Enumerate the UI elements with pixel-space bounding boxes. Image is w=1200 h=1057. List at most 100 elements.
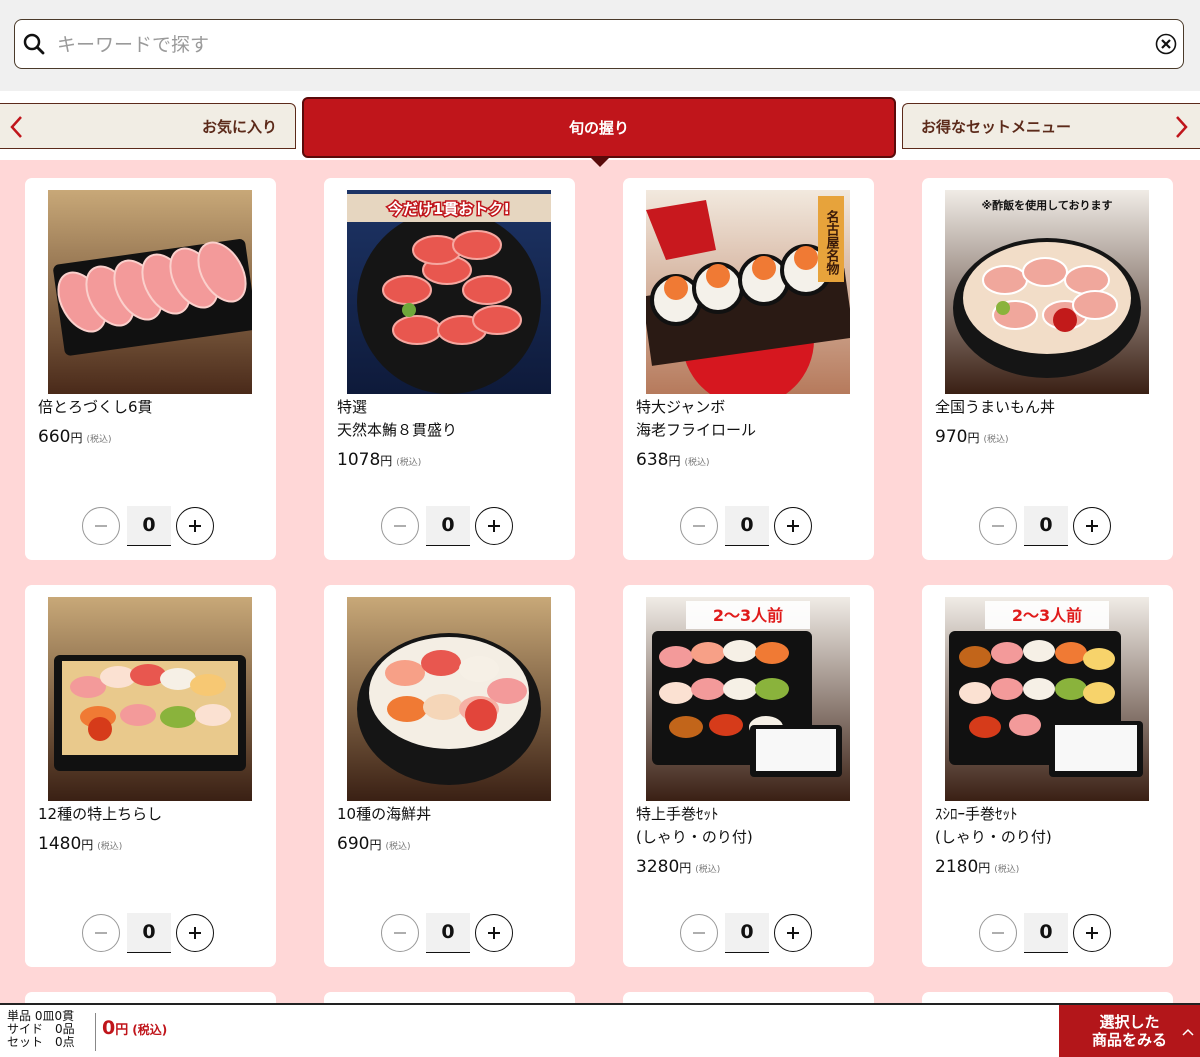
- quantity-value[interactable]: 0: [127, 913, 171, 953]
- minus-icon: [394, 932, 406, 934]
- plus-icon: [488, 927, 500, 939]
- price-tax-label: (税込): [695, 865, 721, 875]
- product-image[interactable]: 2〜3人前: [945, 597, 1149, 801]
- plus-icon: [488, 520, 500, 532]
- increase-quantity-button[interactable]: [176, 914, 214, 952]
- price-tax-label: (税込): [97, 842, 123, 852]
- view-selected-button[interactable]: 選択した 商品をみる: [1059, 1005, 1200, 1057]
- product-card[interactable]: 倍とろづくし6貫 660円 (税込) 0: [25, 178, 276, 560]
- quantity-value[interactable]: 0: [1024, 913, 1068, 953]
- increase-quantity-button[interactable]: [1073, 914, 1111, 952]
- product-image[interactable]: 名古屋名物: [646, 190, 850, 394]
- product-image[interactable]: [347, 597, 551, 801]
- product-name: 特選 天然本鮪８貫盛り: [337, 398, 458, 439]
- tab-favorites-label: お気に入り: [201, 117, 277, 136]
- price-tax-label: (税込): [684, 458, 710, 468]
- search-input[interactable]: [55, 28, 1139, 62]
- product-image[interactable]: ※酢飯を使用しております: [945, 190, 1149, 394]
- product-name: ｽｼﾛｰ手巻ｾｯﾄ (しゃり・のり付): [935, 805, 1052, 846]
- search-icon: [23, 33, 45, 55]
- decrease-quantity-button[interactable]: [680, 914, 718, 952]
- product-image[interactable]: [48, 597, 252, 801]
- product-price: 3280円 (税込): [636, 857, 720, 877]
- product-price-value: 3280: [636, 857, 680, 877]
- chevron-up-icon[interactable]: [1182, 1027, 1194, 1037]
- product-photo: 2〜3人前: [945, 597, 1149, 801]
- product-price: 660円 (税込): [38, 427, 112, 447]
- tab-seasonal-nigiri[interactable]: 旬の握り: [302, 97, 896, 158]
- product-name: 12種の特上ちらし: [38, 805, 163, 823]
- product-card[interactable]: 10種の海鮮丼 690円 (税込) 0: [324, 585, 575, 967]
- view-selected-line2: 商品をみる: [1091, 1031, 1167, 1049]
- increase-quantity-button[interactable]: [774, 914, 812, 952]
- price-unit: 円: [978, 861, 991, 875]
- quantity-value[interactable]: 0: [1024, 506, 1068, 546]
- product-price-value: 690: [337, 834, 370, 854]
- product-name: 特上手巻ｾｯﾄ (しゃり・のり付): [636, 805, 753, 846]
- product-card[interactable]: 今だけ1貫おトク! 特選 天然本鮪８貫盛り 1078円 (税込) 0: [324, 178, 575, 560]
- product-price-value: 970: [935, 427, 968, 447]
- cart-total: 0円 (税込): [102, 1017, 167, 1039]
- decrease-quantity-button[interactable]: [680, 507, 718, 545]
- increase-quantity-button[interactable]: [475, 507, 513, 545]
- increase-quantity-button[interactable]: [176, 507, 214, 545]
- increase-quantity-button[interactable]: [774, 507, 812, 545]
- quantity-value[interactable]: 0: [725, 506, 769, 546]
- tab-favorites[interactable]: お気に入り: [0, 103, 296, 149]
- product-card[interactable]: 12種の特上ちらし 1480円 (税込) 0: [25, 585, 276, 967]
- plus-icon: [787, 520, 799, 532]
- product-price: 1078円 (税込): [337, 450, 421, 470]
- product-image[interactable]: [48, 190, 252, 394]
- price-unit: 円: [380, 454, 393, 468]
- decrease-quantity-button[interactable]: [82, 507, 120, 545]
- cart-footer: 単品 0皿0貫 サイド 0品 セット 0点 0円 (税込) 選択した 商品をみる: [0, 1003, 1200, 1057]
- plus-icon: [1086, 927, 1098, 939]
- product-photo: ※酢飯を使用しております: [945, 190, 1149, 394]
- quantity-stepper: 0: [680, 506, 820, 548]
- price-tax-label: (税込): [396, 458, 422, 468]
- count-set: セット 0点: [7, 1035, 75, 1049]
- product-name: 全国うまいもん丼: [935, 398, 1056, 416]
- product-price-value: 638: [636, 450, 669, 470]
- price-unit: 円: [70, 431, 83, 445]
- product-image-banner: 今だけ1貫おトク!: [387, 200, 510, 218]
- decrease-quantity-button[interactable]: [82, 914, 120, 952]
- chevron-left-icon[interactable]: [6, 114, 28, 140]
- increase-quantity-button[interactable]: [475, 914, 513, 952]
- price-tax-label: (税込): [994, 865, 1020, 875]
- decrease-quantity-button[interactable]: [381, 914, 419, 952]
- minus-icon: [992, 525, 1004, 527]
- quantity-value[interactable]: 0: [426, 506, 470, 546]
- decrease-quantity-button[interactable]: [979, 507, 1017, 545]
- decrease-quantity-button[interactable]: [381, 507, 419, 545]
- product-card[interactable]: ※酢飯を使用しております 全国うまいもん丼 970円 (税込) 0: [922, 178, 1173, 560]
- product-image[interactable]: 2〜3人前: [646, 597, 850, 801]
- clear-search-icon[interactable]: [1155, 33, 1177, 55]
- cart-total-tax: (税込): [132, 1023, 168, 1037]
- tab-value-sets-label: お得なセットメニュー: [921, 117, 1072, 136]
- product-card[interactable]: 名古屋名物 特大ジャンボ 海老フライロール 638円 (税込) 0: [623, 178, 874, 560]
- product-name: 10種の海鮮丼: [337, 805, 432, 823]
- quantity-value[interactable]: 0: [725, 913, 769, 953]
- product-photo: 名古屋名物: [646, 190, 850, 394]
- plus-icon: [787, 927, 799, 939]
- decrease-quantity-button[interactable]: [979, 914, 1017, 952]
- search-box[interactable]: [14, 19, 1184, 69]
- quantity-value[interactable]: 0: [426, 913, 470, 953]
- quantity-stepper: 0: [979, 506, 1119, 548]
- product-image-banner: 2〜3人前: [1012, 606, 1082, 625]
- tab-value-sets[interactable]: お得なセットメニュー: [902, 103, 1200, 149]
- product-image[interactable]: 今だけ1貫おトク!: [347, 190, 551, 394]
- chevron-right-icon[interactable]: [1170, 114, 1192, 140]
- product-card[interactable]: 2〜3人前 特上手巻ｾｯﾄ (しゃり・のり付) 3280円 (税込) 0: [623, 585, 874, 967]
- product-price: 638円 (税込): [636, 450, 710, 470]
- cart-total-value: 0: [102, 1017, 116, 1039]
- active-tab-pointer: [590, 157, 610, 167]
- quantity-value[interactable]: 0: [127, 506, 171, 546]
- product-photo: 今だけ1貫おトク!: [347, 190, 551, 394]
- price-tax-label: (税込): [983, 435, 1009, 445]
- product-card[interactable]: 2〜3人前 ｽｼﾛｰ手巻ｾｯﾄ (しゃり・のり付) 2180円 (税込) 0: [922, 585, 1173, 967]
- cart-counts: 単品 0皿0貫 サイド 0品 セット 0点: [7, 1010, 75, 1049]
- price-tax-label: (税込): [86, 435, 112, 445]
- increase-quantity-button[interactable]: [1073, 507, 1111, 545]
